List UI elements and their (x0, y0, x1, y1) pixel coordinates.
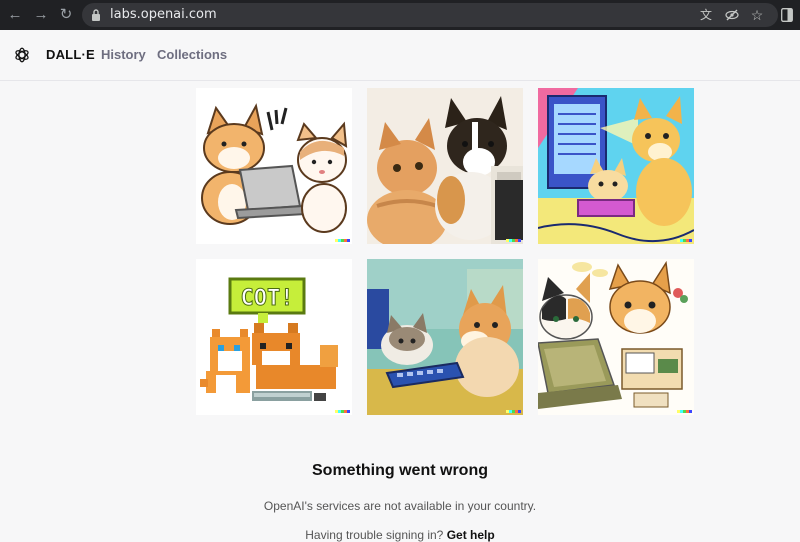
get-help-link[interactable]: Get help (447, 528, 495, 542)
speech-bubble-text: COT! (241, 286, 294, 311)
sidebar-icon[interactable] (781, 8, 793, 22)
url-text[interactable]: labs.openai.com (110, 8, 217, 22)
watercolor-cat-corgi-laptop (538, 259, 694, 415)
dalle-signature (677, 410, 692, 413)
colorful-dog-cat-computer (538, 88, 694, 244)
cartoon-corgi-cat-illustration (196, 88, 352, 244)
reload-icon[interactable]: ↻ (57, 6, 75, 24)
gallery-image-3[interactable] (538, 88, 694, 244)
dalle-signature (335, 410, 350, 413)
browser-toolbar: ← → ↻ labs.openai.com 文 ☆ (0, 0, 800, 30)
gallery-image-5[interactable] (367, 259, 523, 415)
brand-title[interactable]: DALL·E (46, 47, 95, 62)
error-description: OpenAI's services are not available in y… (263, 499, 537, 513)
gallery-image-2[interactable] (367, 88, 523, 244)
nav-collections[interactable]: Collections (157, 47, 227, 62)
gallery-image-4[interactable]: COT! (196, 259, 352, 415)
tracking-off-icon[interactable] (725, 8, 739, 22)
painting-cat-corgi-keyboard (367, 259, 523, 415)
gallery-image-1[interactable] (196, 88, 352, 244)
dalle-signature (335, 239, 350, 242)
help-line: Having trouble signing in? Get help (0, 528, 800, 542)
translate-icon[interactable]: 文 (699, 8, 713, 22)
pixel-art-cat-corgi: COT! (196, 259, 352, 415)
dalle-signature (506, 239, 521, 242)
app-header: DALL·E History Collections (0, 30, 800, 81)
dalle-signature (506, 410, 521, 413)
help-prefix: Having trouble signing in? (305, 528, 444, 542)
nav-history[interactable]: History (101, 47, 146, 62)
gallery-image-6[interactable] (538, 259, 694, 415)
star-icon[interactable]: ☆ (750, 8, 764, 22)
photo-cat-corgi-computer (367, 88, 523, 244)
lock-icon[interactable] (91, 9, 101, 21)
back-icon[interactable]: ← (6, 6, 24, 24)
dalle-signature (677, 239, 692, 242)
error-title: Something went wrong (312, 462, 488, 479)
openai-logo-icon[interactable] (13, 46, 31, 64)
forward-icon[interactable]: → (32, 6, 50, 24)
address-bar[interactable]: labs.openai.com 文 ☆ (82, 3, 778, 27)
